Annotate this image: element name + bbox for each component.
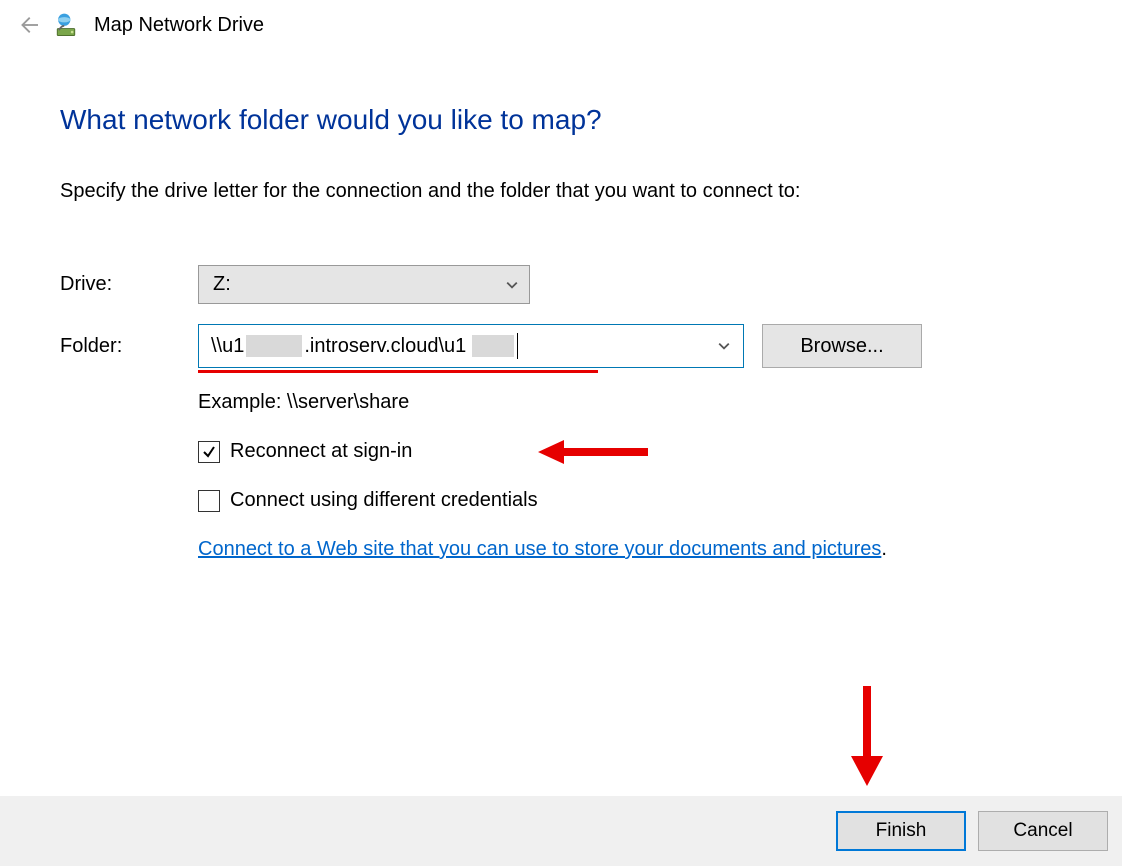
wizard-header: Map Network Drive (0, 0, 1122, 54)
folder-value-part1: \\u1 (211, 335, 244, 358)
finish-button[interactable]: Finish (836, 811, 966, 851)
map-network-drive-wizard: Map Network Drive What network folder wo… (0, 0, 1122, 866)
link-trailing: . (881, 538, 887, 560)
network-drive-icon (52, 11, 80, 39)
checkbox-icon (198, 490, 220, 512)
website-link[interactable]: Connect to a Web site that you can use t… (198, 538, 881, 560)
wizard-content: What network folder would you like to ma… (0, 54, 1122, 561)
drive-value: Z: (213, 273, 231, 296)
text-cursor (517, 333, 518, 359)
wizard-title: Map Network Drive (94, 14, 264, 37)
folder-combobox[interactable]: \\u1 .introserv.cloud\u1 (198, 324, 744, 368)
browse-button[interactable]: Browse... (762, 324, 922, 368)
wizard-footer: Finish Cancel (0, 796, 1122, 866)
drive-row: Drive: Z: (60, 265, 1062, 304)
intro-text: Specify the drive letter for the connect… (60, 180, 1062, 203)
folder-value-part2: .introserv.cloud\u1 (304, 335, 466, 358)
annotation-underline (198, 370, 598, 373)
drive-select[interactable]: Z: (198, 265, 530, 304)
reconnect-label: Reconnect at sign-in (230, 440, 412, 463)
chevron-down-icon[interactable] (717, 339, 731, 353)
credentials-label: Connect using different credentials (230, 489, 538, 512)
chevron-down-icon (505, 278, 519, 292)
redacted-segment (472, 335, 514, 357)
checkbox-icon (198, 441, 220, 463)
folder-example-text: Example: \\server\share (198, 391, 1062, 414)
cancel-button[interactable]: Cancel (978, 811, 1108, 851)
redacted-segment (246, 335, 302, 357)
folder-label: Folder: (60, 335, 198, 358)
reconnect-checkbox-row[interactable]: Reconnect at sign-in (198, 440, 1062, 463)
drive-label: Drive: (60, 273, 198, 296)
main-heading: What network folder would you like to ma… (60, 104, 1062, 136)
back-arrow-icon[interactable] (16, 14, 38, 36)
folder-row: Folder: \\u1 .introserv.cloud\u1 Browse.… (60, 324, 1062, 368)
folder-value: \\u1 .introserv.cloud\u1 (211, 325, 519, 367)
website-link-row: Connect to a Web site that you can use t… (198, 538, 1062, 561)
annotation-arrow-left (538, 437, 648, 467)
credentials-checkbox-row[interactable]: Connect using different credentials (198, 489, 1062, 512)
annotation-arrow-down (849, 686, 885, 786)
